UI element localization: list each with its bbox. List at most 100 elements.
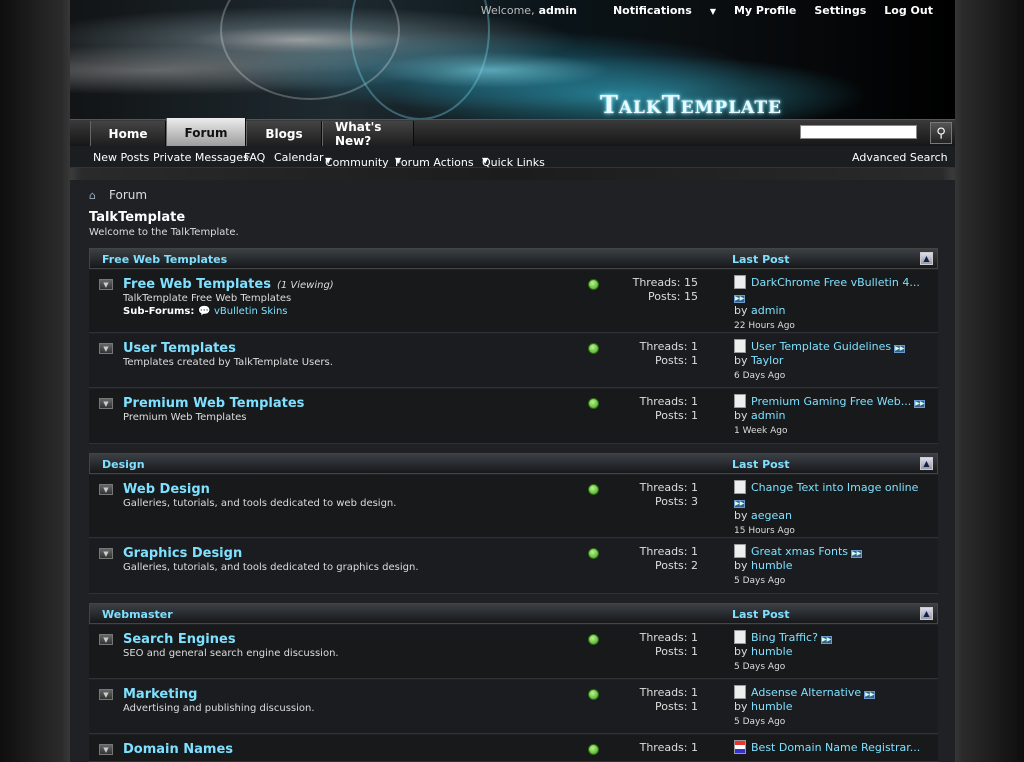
- last-post-author: by Taylor: [734, 354, 783, 367]
- forum-title[interactable]: Web Design: [123, 482, 210, 497]
- forum-title[interactable]: Premium Web Templates: [123, 396, 304, 411]
- collapse-icon[interactable]: ▲: [920, 457, 933, 470]
- faq-link[interactable]: FAQ: [244, 151, 265, 164]
- goto-last-post-icon[interactable]: ▶▶: [851, 550, 862, 558]
- forum-status-icon[interactable]: ▼: [99, 484, 113, 495]
- sub-forum-link[interactable]: 💬 vBulletin Skins: [198, 306, 287, 317]
- by-label: by: [734, 509, 748, 522]
- calendar-link[interactable]: Calendar: [274, 151, 323, 164]
- category-name[interactable]: Webmaster: [102, 608, 173, 621]
- last-post-title[interactable]: Best Domain Name Registrar...: [751, 741, 920, 754]
- goto-last-post-icon[interactable]: ▶▶: [864, 691, 876, 699]
- category-name[interactable]: Design: [102, 458, 145, 471]
- forum-content: ⌂ Forum TalkTemplate Welcome to the TalkT…: [70, 180, 955, 762]
- username-link[interactable]: admin: [539, 4, 577, 17]
- forum-title[interactable]: User Templates: [123, 341, 236, 356]
- search-button[interactable]: ⚲: [930, 122, 952, 144]
- forum-row: ▼ Premium Web Templates Premium Web Temp…: [89, 389, 938, 444]
- goto-last-post-icon[interactable]: ▶▶: [914, 400, 926, 408]
- author-link[interactable]: aegean: [751, 509, 792, 522]
- author-link[interactable]: humble: [751, 700, 792, 713]
- forum-status-icon[interactable]: ▼: [99, 548, 113, 559]
- goto-last-post-icon[interactable]: ▶▶: [820, 636, 832, 644]
- forum-title[interactable]: Graphics Design: [123, 546, 242, 561]
- chevron-down-icon: ▼: [395, 156, 402, 165]
- page-title: TalkTemplate: [89, 210, 186, 225]
- forum-description: Galleries, tutorials, and tools dedicate…: [123, 498, 397, 509]
- last-post-title[interactable]: DarkChrome Free vBulletin 4...: [751, 276, 920, 289]
- last-post-author: by aegean: [734, 509, 792, 522]
- last-post-title[interactable]: Bing Traffic?: [751, 631, 818, 644]
- chevron-down-icon: ▼: [709, 7, 716, 16]
- goto-last-post-icon[interactable]: ▶▶: [894, 345, 906, 353]
- tab-whats-new[interactable]: What's New?: [322, 120, 414, 148]
- site-logo[interactable]: TalkTemplate: [600, 90, 782, 119]
- forum-status-icon[interactable]: ▼: [99, 634, 113, 645]
- tab-home[interactable]: Home: [90, 121, 166, 147]
- document-icon: [734, 630, 746, 644]
- goto-last-post-icon[interactable]: ▶▶: [734, 295, 745, 303]
- last-post-title[interactable]: Adsense Alternative: [751, 686, 861, 699]
- author-link[interactable]: Taylor: [751, 354, 783, 367]
- logout-link[interactable]: Log Out: [884, 4, 933, 17]
- forum-stats: Threads: 1 Posts: 3: [640, 481, 698, 509]
- private-messages-link[interactable]: Private Messages: [153, 151, 249, 164]
- forum-row: ▼ Search Engines SEO and general search …: [89, 625, 938, 679]
- last-post-header: Last Post: [732, 253, 790, 266]
- last-post-time: 1 Week Ago: [734, 426, 788, 436]
- search-input[interactable]: [800, 125, 917, 139]
- by-label: by: [734, 409, 748, 422]
- forum-stats: Threads: 1: [640, 741, 698, 755]
- by-label: by: [734, 354, 748, 367]
- tab-blogs[interactable]: Blogs: [246, 121, 322, 147]
- settings-link[interactable]: Settings: [814, 4, 866, 17]
- last-post-author: by humble: [734, 645, 792, 658]
- forum-title[interactable]: Free Web Templates (1 Viewing): [123, 277, 334, 292]
- notifications-link[interactable]: Notifications ▼: [595, 4, 716, 17]
- posts-count: 1: [691, 409, 698, 422]
- banner-swirl: [350, 0, 490, 119]
- last-post-title[interactable]: Great xmas Fonts: [751, 545, 848, 558]
- author-link[interactable]: admin: [751, 304, 785, 317]
- tab-forum[interactable]: Forum: [166, 118, 246, 147]
- breadcrumb: ⌂ Forum: [89, 188, 147, 202]
- threads-label: Threads:: [639, 340, 688, 353]
- quick-links-label: Quick Links: [482, 156, 545, 169]
- author-link[interactable]: humble: [751, 559, 792, 572]
- threads-count: 1: [691, 340, 698, 353]
- last-post-title[interactable]: User Template Guidelines: [751, 340, 891, 353]
- forum-status-icon[interactable]: ▼: [99, 689, 113, 700]
- sub-nav: New Posts Private Messages FAQ Calendar …: [70, 146, 955, 169]
- goto-last-post-icon[interactable]: ▶▶: [734, 500, 745, 508]
- forum-status-icon[interactable]: ▼: [99, 744, 113, 755]
- posts-label: Posts:: [655, 354, 688, 367]
- forum-row: ▼ Web Design Galleries, tutorials, and t…: [89, 475, 938, 538]
- home-icon[interactable]: ⌂: [89, 189, 101, 202]
- forum-title[interactable]: Search Engines: [123, 632, 236, 647]
- author-link[interactable]: admin: [751, 409, 785, 422]
- threads-label: Threads:: [639, 631, 688, 644]
- category-name[interactable]: Free Web Templates: [102, 253, 227, 266]
- posts-label: Posts:: [655, 645, 688, 658]
- new-posts-link[interactable]: New Posts: [93, 151, 149, 164]
- collapse-icon[interactable]: ▲: [920, 252, 933, 265]
- posts-count: 2: [691, 559, 698, 572]
- my-profile-link[interactable]: My Profile: [734, 4, 796, 17]
- last-post-title[interactable]: Premium Gaming Free Web...: [751, 395, 911, 408]
- status-dot: [588, 689, 599, 700]
- last-post-title[interactable]: Change Text into Image online: [751, 481, 918, 494]
- viewing-count: (1 Viewing): [276, 280, 334, 291]
- last-post-time: 5 Days Ago: [734, 662, 786, 672]
- forum-status-icon[interactable]: ▼: [99, 343, 113, 354]
- status-dot: [588, 548, 599, 559]
- forum-status-icon[interactable]: ▼: [99, 398, 113, 409]
- forum-title[interactable]: Marketing: [123, 687, 197, 702]
- last-post-author: by humble: [734, 700, 792, 713]
- collapse-icon[interactable]: ▲: [920, 607, 933, 620]
- status-dot: [588, 744, 599, 755]
- author-link[interactable]: humble: [751, 645, 792, 658]
- forum-stats: Threads: 1 Posts: 1: [640, 686, 698, 714]
- advanced-search-link[interactable]: Advanced Search: [852, 151, 948, 164]
- forum-title[interactable]: Domain Names: [123, 742, 233, 757]
- forum-status-icon[interactable]: ▼: [99, 279, 113, 290]
